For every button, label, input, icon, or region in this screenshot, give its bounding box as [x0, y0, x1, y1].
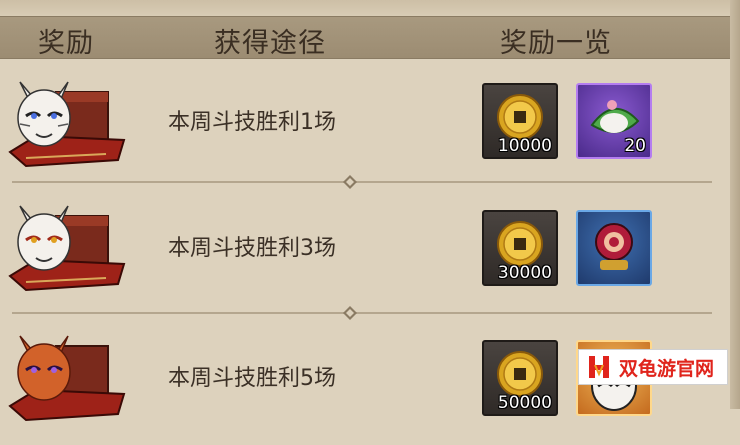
reward-item-gold[interactable]: 10000	[482, 83, 558, 159]
item-quantity: 20	[624, 136, 646, 156]
right-frame	[730, 0, 740, 409]
item-quantity: 30000	[497, 263, 552, 283]
fox-mask-chest-icon[interactable]	[6, 328, 128, 428]
watermark-logo-icon	[589, 356, 609, 378]
header-overview: 奖励一览	[500, 28, 612, 59]
site-watermark: 双龟游官网	[578, 349, 728, 385]
divider-ornament-icon	[343, 306, 357, 320]
reward-row: 本周斗技胜利3场 30000	[0, 190, 730, 315]
condition-text: 本周斗技胜利3场	[168, 236, 336, 261]
item-quantity: 10000	[497, 136, 552, 156]
divider-ornament-icon	[343, 175, 357, 189]
header-reward: 奖励	[38, 28, 94, 59]
row-divider	[12, 181, 712, 183]
header-method: 获得途径	[214, 28, 326, 59]
condition-text: 本周斗技胜利5场	[168, 366, 336, 391]
table-header: 奖励 获得途径 奖励一览	[0, 16, 740, 59]
fox-mask-chest-icon[interactable]	[6, 74, 128, 174]
drum-creature-icon	[595, 223, 633, 270]
item-quantity: 50000	[497, 393, 552, 413]
reward-item-gold[interactable]: 30000	[482, 210, 558, 286]
reward-item-blue[interactable]	[576, 210, 652, 286]
condition-text: 本周斗技胜利1场	[168, 110, 336, 135]
reward-row: 本周斗技胜利1场 10000 20	[0, 66, 730, 191]
fox-mask-chest-icon[interactable]	[6, 198, 128, 298]
reward-item-purple[interactable]: 20	[576, 83, 652, 159]
reward-item-gold[interactable]: 50000	[482, 340, 558, 416]
row-divider	[12, 312, 712, 314]
watermark-text: 双龟游官网	[619, 357, 715, 380]
top-frame	[0, 0, 740, 16]
